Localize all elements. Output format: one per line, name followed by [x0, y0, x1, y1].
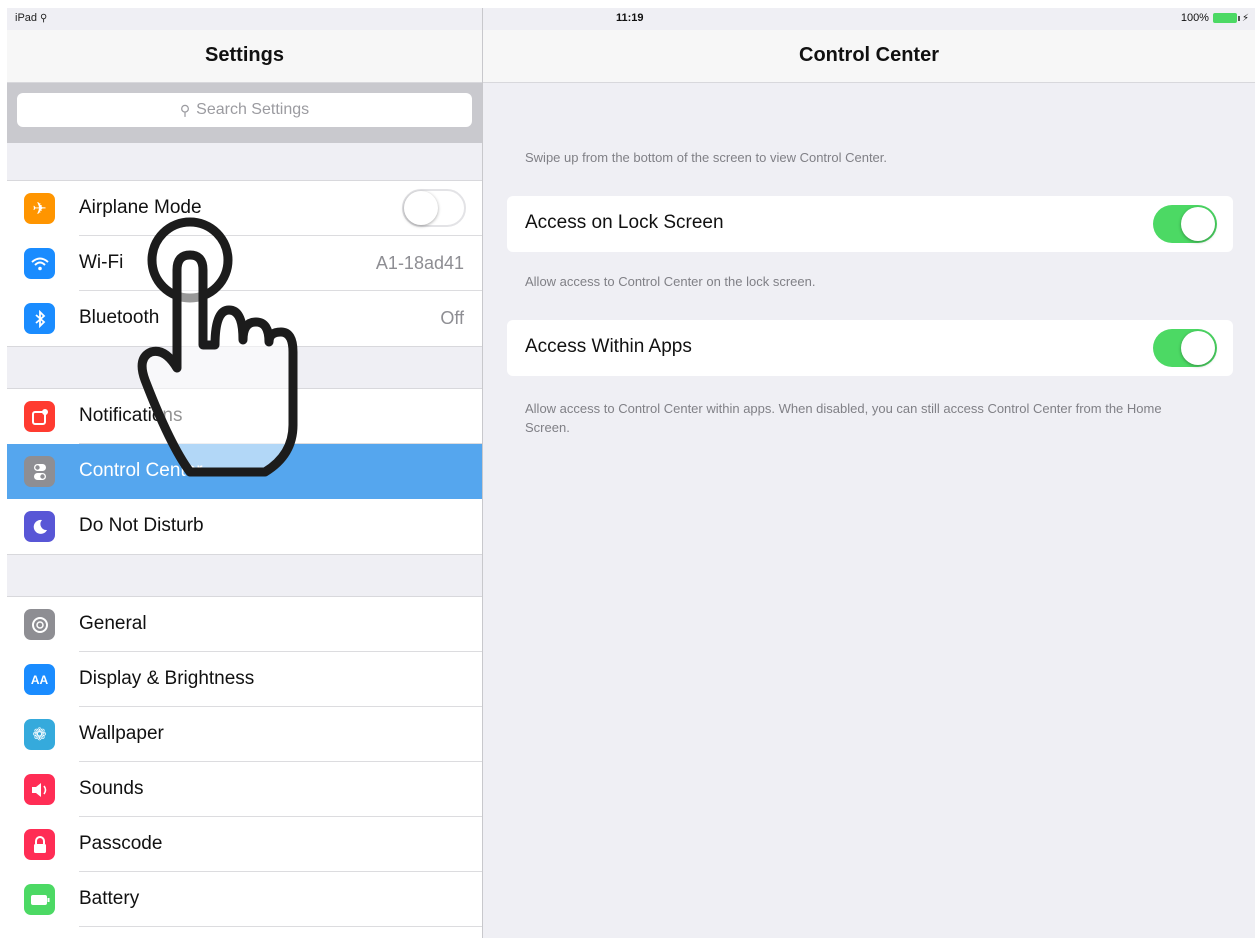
sidebar-item-do-not-disturb[interactable]: Do Not Disturb	[7, 499, 482, 554]
pointing-hand-icon	[137, 217, 298, 477]
settings-group-general: General AA Display & Brightness ❁ Wallpa…	[7, 596, 482, 938]
sidebar-item-label: Passcode	[79, 833, 163, 854]
within-apps-footer: Allow access to Control Center within ap…	[525, 401, 1162, 435]
battery-level-icon	[1212, 13, 1237, 23]
status-bar-right: 11:19 100% ⚡	[483, 8, 1255, 30]
sidebar-item-label: Display & Brightness	[79, 668, 255, 689]
battery-tip	[1237, 15, 1240, 21]
gear-icon	[24, 609, 55, 640]
wifi-status-icon: ⚲	[40, 13, 48, 24]
sidebar-item-display-brightness[interactable]: AA Display & Brightness	[7, 652, 482, 707]
moon-icon	[24, 511, 55, 542]
airplane-mode-toggle[interactable]	[402, 189, 466, 227]
charging-icon: ⚡	[1241, 12, 1249, 24]
search-input[interactable]: ⚲ Search Settings	[17, 93, 472, 127]
search-placeholder: Search Settings	[196, 101, 310, 118]
sidebar-item-partial[interactable]	[7, 927, 482, 938]
battery-percent: 100%	[1180, 12, 1209, 24]
bluetooth-icon	[24, 303, 55, 334]
toggle-knob	[1181, 207, 1215, 241]
sidebar-item-label: Do Not Disturb	[79, 515, 204, 536]
search-bar-container: ⚲ Search Settings	[7, 83, 482, 143]
detail-pane: 11:19 100% ⚡ Control Center Swipe up fro…	[483, 8, 1255, 938]
status-bar-left: iPad ⚲	[7, 8, 482, 30]
toggle-knob	[404, 191, 438, 225]
ipad-screen: iPad ⚲ Settings ⚲ Search Settings ✈ Airpl…	[0, 0, 1255, 938]
within-apps-toggle[interactable]	[1153, 329, 1217, 367]
within-apps-row: Access Within Apps	[507, 320, 1233, 376]
sidebar-nav-bar: Settings	[7, 30, 482, 83]
control-center-icon	[24, 456, 55, 487]
sidebar-item-label: Sounds	[79, 778, 144, 799]
wallpaper-icon: ❁	[24, 719, 55, 750]
lock-screen-footer: Allow access to Control Center on the lo…	[525, 274, 816, 289]
sidebar-item-wallpaper[interactable]: ❁ Wallpaper	[7, 707, 482, 762]
display-icon: AA	[24, 664, 55, 695]
sidebar-title: Settings	[205, 44, 284, 66]
within-apps-label: Access Within Apps	[525, 336, 692, 357]
detail-nav-bar: Control Center	[483, 30, 1255, 83]
intro-text: Swipe up from the bottom of the screen t…	[525, 150, 888, 165]
speaker-icon	[24, 774, 55, 805]
sidebar-item-label: Battery	[79, 888, 140, 909]
lock-screen-toggle[interactable]	[1153, 205, 1217, 243]
sidebar-item-battery[interactable]: Battery	[7, 872, 482, 927]
bluetooth-status: Off	[440, 308, 464, 328]
status-time: 11:19	[616, 12, 644, 24]
wifi-network-name: A1-18ad41	[375, 253, 464, 273]
sidebar-item-label: General	[79, 613, 147, 634]
sidebar-item-general[interactable]: General	[7, 597, 482, 652]
lock-screen-label: Access on Lock Screen	[525, 212, 724, 233]
device-label: iPad	[15, 12, 38, 24]
page-title: Control Center	[799, 44, 939, 66]
lock-screen-row: Access on Lock Screen	[507, 196, 1233, 252]
notifications-icon	[24, 401, 55, 432]
sidebar-item-label: Wallpaper	[79, 723, 164, 744]
wifi-icon	[24, 248, 55, 279]
search-icon: ⚲	[179, 101, 191, 118]
battery-icon	[24, 884, 55, 915]
sidebar-item-passcode[interactable]: Passcode	[7, 817, 482, 872]
device-name: iPad ⚲	[15, 12, 47, 24]
status-battery: 100% ⚡	[1181, 12, 1249, 24]
airplane-icon: ✈	[24, 193, 55, 224]
toggle-knob	[1181, 331, 1215, 365]
sidebar-item-sounds[interactable]: Sounds	[7, 762, 482, 817]
lock-icon	[24, 829, 55, 860]
